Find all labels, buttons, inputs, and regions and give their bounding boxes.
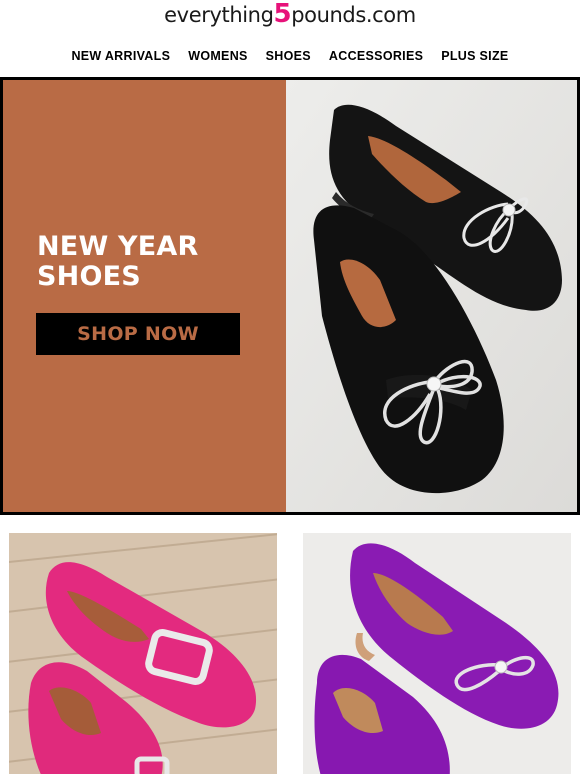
nav-item-womens[interactable]: WOMENS xyxy=(188,46,247,68)
hero-title: NEW YEAR SHOES xyxy=(37,232,267,292)
main-nav: NEW ARRIVALS WOMENS SHOES ACCESSORIES PL… xyxy=(0,46,580,68)
hero-product-image[interactable] xyxy=(286,80,577,512)
site-logo[interactable]: everything5pounds.com xyxy=(0,0,580,30)
product-tile-purple-loafers[interactable] xyxy=(303,533,571,774)
nav-item-plus-size[interactable]: PLUS SIZE xyxy=(441,46,508,68)
nav-item-shoes[interactable]: SHOES xyxy=(266,46,311,68)
logo-number: 5 xyxy=(273,0,292,29)
hero-title-line-1: NEW YEAR xyxy=(37,231,199,262)
hero-banner[interactable]: NEW YEAR SHOES SHOP NOW xyxy=(0,77,580,515)
logo-text-suffix: pounds.com xyxy=(291,3,416,27)
shop-now-button[interactable]: SHOP NOW xyxy=(36,313,240,355)
product-tile-pink-loafers[interactable] xyxy=(9,533,277,774)
purple-loafers-illustration xyxy=(303,533,571,774)
pink-loafers-illustration xyxy=(9,533,277,774)
logo-text-prefix: everything xyxy=(164,3,274,27)
nav-item-accessories[interactable]: ACCESSORIES xyxy=(329,46,423,68)
hero-title-line-2: SHOES xyxy=(37,261,141,292)
hero-text-panel: NEW YEAR SHOES SHOP NOW xyxy=(3,80,286,512)
nav-item-new-arrivals[interactable]: NEW ARRIVALS xyxy=(71,46,170,68)
black-loafers-illustration xyxy=(286,80,577,512)
